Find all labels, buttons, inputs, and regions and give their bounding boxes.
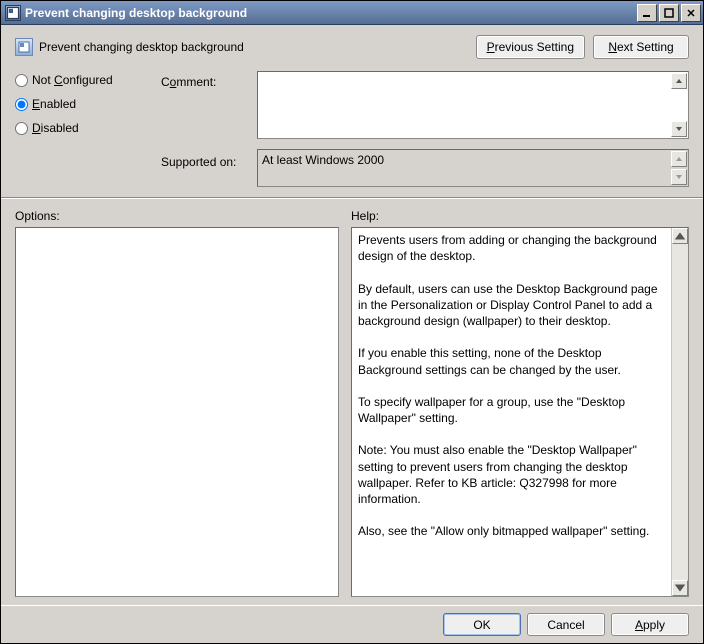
- policy-header-icon: [15, 38, 33, 56]
- scroll-down-icon[interactable]: [671, 169, 687, 185]
- titlebar: Prevent changing desktop background: [1, 1, 703, 25]
- header-row: Prevent changing desktop background Prev…: [1, 25, 703, 67]
- supported-on-value: At least Windows 2000: [258, 150, 688, 184]
- radio-disabled[interactable]: Disabled: [15, 121, 155, 135]
- policy-name: Prevent changing desktop background: [39, 40, 468, 54]
- supported-on-field-wrap: At least Windows 2000: [257, 149, 689, 187]
- options-panel: [15, 227, 339, 597]
- scroll-up-icon[interactable]: [671, 151, 687, 167]
- dialog-footer: OK Cancel Apply: [1, 605, 703, 643]
- scroll-down-icon[interactable]: [671, 121, 687, 137]
- ok-button[interactable]: OK: [443, 613, 521, 636]
- help-scrollbar[interactable]: [671, 228, 688, 596]
- previous-setting-button[interactable]: Previous Setting: [476, 35, 585, 59]
- next-setting-button[interactable]: Next Setting: [593, 35, 689, 59]
- help-panel: Prevents users from adding or changing t…: [351, 227, 689, 597]
- radio-disabled-input[interactable]: [15, 122, 28, 135]
- close-button[interactable]: [681, 4, 701, 22]
- comment-label: Comment:: [161, 71, 251, 89]
- help-text: Prevents users from adding or changing t…: [352, 228, 671, 596]
- minimize-button[interactable]: [637, 4, 657, 22]
- maximize-button[interactable]: [659, 4, 679, 22]
- options-label: Options:: [15, 209, 339, 223]
- radio-enabled-input[interactable]: [15, 98, 28, 111]
- scroll-down-icon[interactable]: [672, 580, 688, 596]
- scrollbar-track[interactable]: [672, 244, 688, 580]
- radio-disabled-label: Disabled: [32, 121, 79, 135]
- radio-enabled[interactable]: Enabled: [15, 97, 155, 111]
- radio-not-configured-input[interactable]: [15, 74, 28, 87]
- scroll-up-icon[interactable]: [672, 228, 688, 244]
- help-label: Help:: [351, 209, 689, 223]
- radio-not-configured-label: Not Configured: [32, 73, 113, 87]
- radio-enabled-label: Enabled: [32, 97, 76, 111]
- cancel-button[interactable]: Cancel: [527, 613, 605, 636]
- scroll-up-icon[interactable]: [671, 73, 687, 89]
- window-title: Prevent changing desktop background: [25, 6, 635, 20]
- apply-button[interactable]: Apply: [611, 613, 689, 636]
- comment-field[interactable]: [258, 72, 688, 136]
- policy-icon: [5, 5, 21, 21]
- radio-not-configured[interactable]: Not Configured: [15, 73, 155, 87]
- comment-field-wrap: [257, 71, 689, 139]
- supported-on-label: Supported on:: [161, 149, 251, 169]
